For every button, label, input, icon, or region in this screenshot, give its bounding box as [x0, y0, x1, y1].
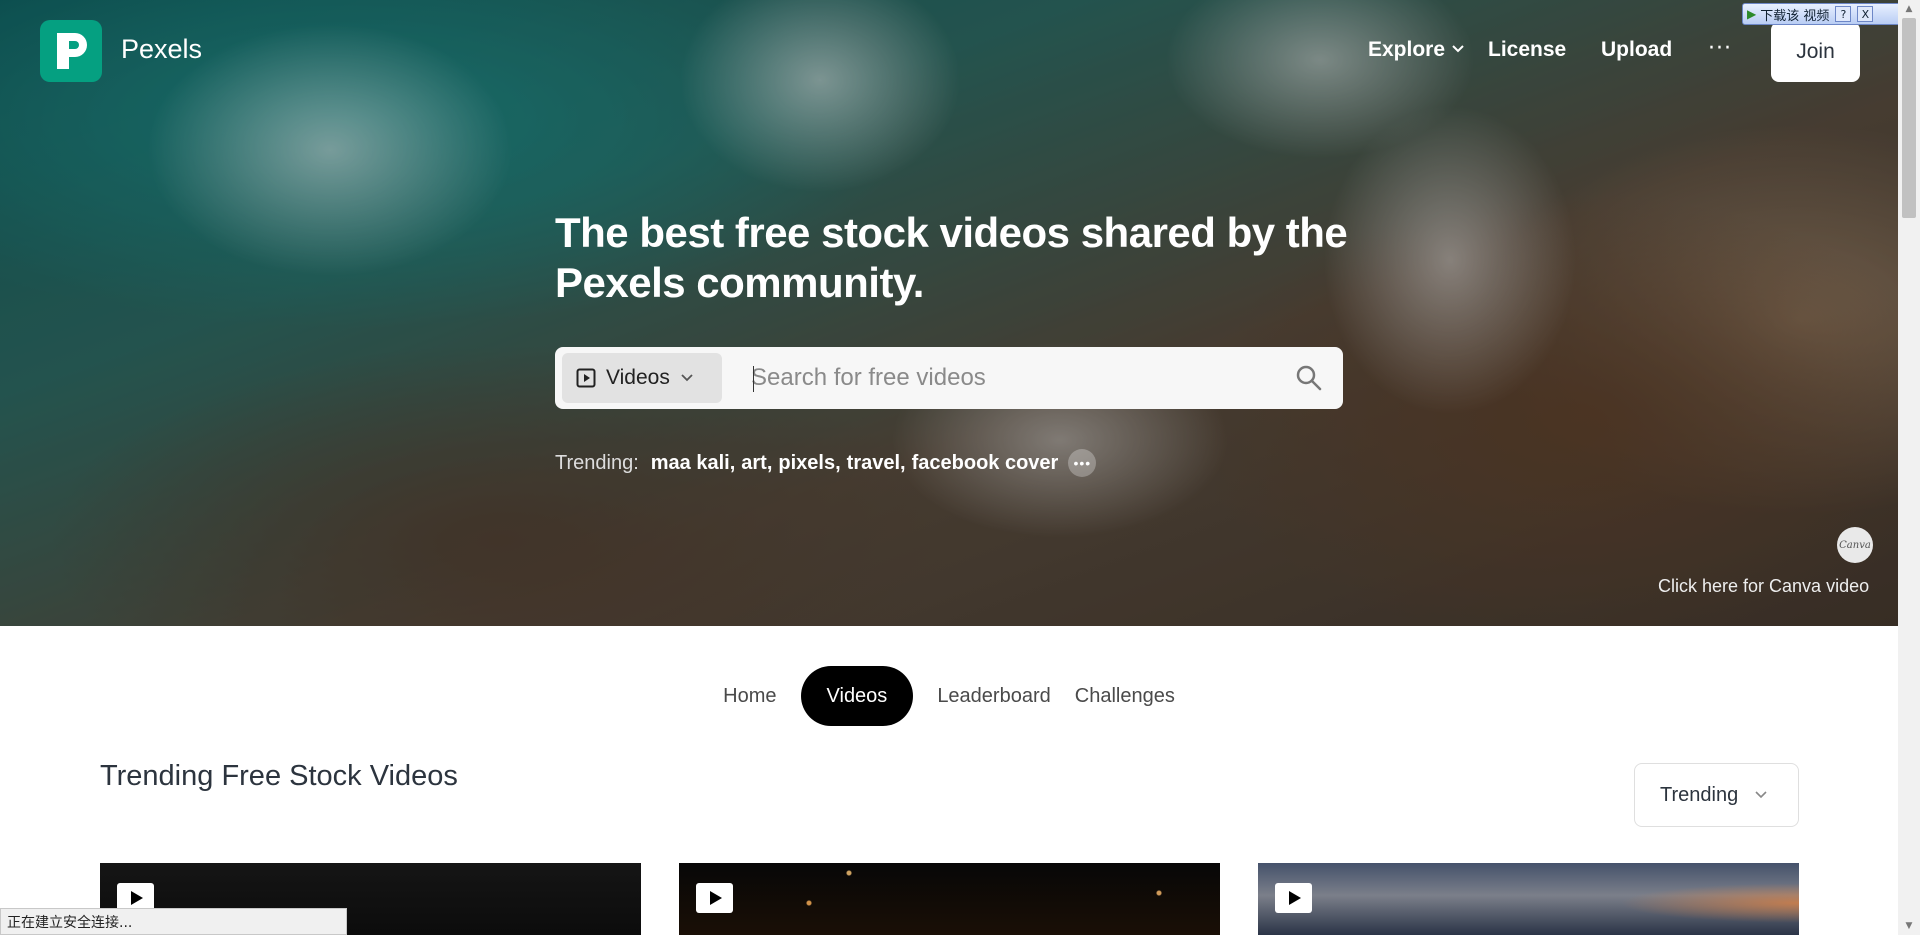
scroll-up-icon[interactable]: ▲	[1898, 0, 1920, 18]
hero-overlay	[0, 0, 1898, 626]
brand-name[interactable]: Pexels	[121, 34, 202, 65]
trending-term[interactable]: maa kali	[651, 452, 730, 475]
sunset-glow	[1619, 883, 1799, 923]
tab-leaderboard[interactable]: Leaderboard	[925, 666, 1062, 726]
canva-logo[interactable]: Canva	[1837, 527, 1873, 563]
chevron-down-icon	[1755, 791, 1767, 799]
hero-headline: The best free stock videos shared by the…	[555, 209, 1348, 306]
play-icon: ▶	[1747, 7, 1757, 21]
chevron-down-icon	[681, 374, 693, 382]
section-tabs: Home Videos Leaderboard Challenges	[0, 666, 1898, 726]
trending-searches: Trending: maa kali, art, pixels, travel,…	[555, 449, 1097, 477]
scroll-down-icon[interactable]: ▼	[1898, 917, 1920, 935]
trending-term[interactable]: art	[741, 452, 767, 475]
trending-label: Trending:	[555, 451, 639, 474]
nav-upload[interactable]: Upload	[1601, 38, 1672, 62]
video-icon	[576, 368, 596, 388]
browser-status-bar: 正在建立安全连接...	[0, 908, 347, 935]
hero-banner: Pexels Explore License Upload ··· Join T…	[0, 0, 1898, 626]
tab-videos[interactable]: Videos	[800, 666, 914, 726]
trending-term[interactable]: facebook cover	[912, 452, 1059, 475]
media-type-select[interactable]: Videos	[562, 353, 722, 403]
trending-term[interactable]: travel	[847, 452, 900, 475]
pexels-logo-icon[interactable]	[40, 20, 102, 82]
text-caret	[753, 366, 754, 392]
download-video-widget[interactable]: ▶ 下载该 视频 ? X	[1742, 3, 1902, 25]
download-video-label[interactable]: 下载该 视频	[1760, 5, 1829, 24]
close-icon[interactable]: X	[1857, 6, 1874, 22]
search-bar: Videos	[555, 347, 1343, 409]
canva-video-link[interactable]: Click here for Canva video	[1658, 576, 1869, 597]
trending-term[interactable]: pixels	[778, 452, 835, 475]
section-title: Trending Free Stock Videos	[100, 760, 458, 792]
nav-explore[interactable]: Explore	[1368, 38, 1445, 62]
nav-license[interactable]: License	[1488, 38, 1566, 62]
video-thumbnail[interactable]	[679, 863, 1220, 935]
sort-label: Trending	[1660, 783, 1739, 806]
join-button[interactable]: Join	[1771, 22, 1860, 82]
tab-home[interactable]: Home	[711, 666, 788, 726]
play-icon	[696, 883, 733, 913]
scrollbar-thumb[interactable]	[1902, 18, 1916, 218]
scrollbar[interactable]: ▲ ▼	[1898, 0, 1920, 935]
video-thumbnail[interactable]	[1258, 863, 1799, 935]
more-trending-icon[interactable]: •••	[1068, 449, 1097, 477]
media-type-label: Videos	[606, 366, 670, 389]
help-icon[interactable]: ?	[1835, 6, 1852, 22]
search-input[interactable]	[751, 357, 1271, 399]
sort-dropdown[interactable]: Trending	[1634, 763, 1799, 827]
chevron-down-icon[interactable]	[1451, 44, 1465, 54]
tab-challenges[interactable]: Challenges	[1063, 666, 1187, 726]
more-menu-icon[interactable]: ···	[1708, 36, 1732, 61]
search-icon[interactable]	[1295, 364, 1323, 392]
play-icon	[1275, 883, 1312, 913]
